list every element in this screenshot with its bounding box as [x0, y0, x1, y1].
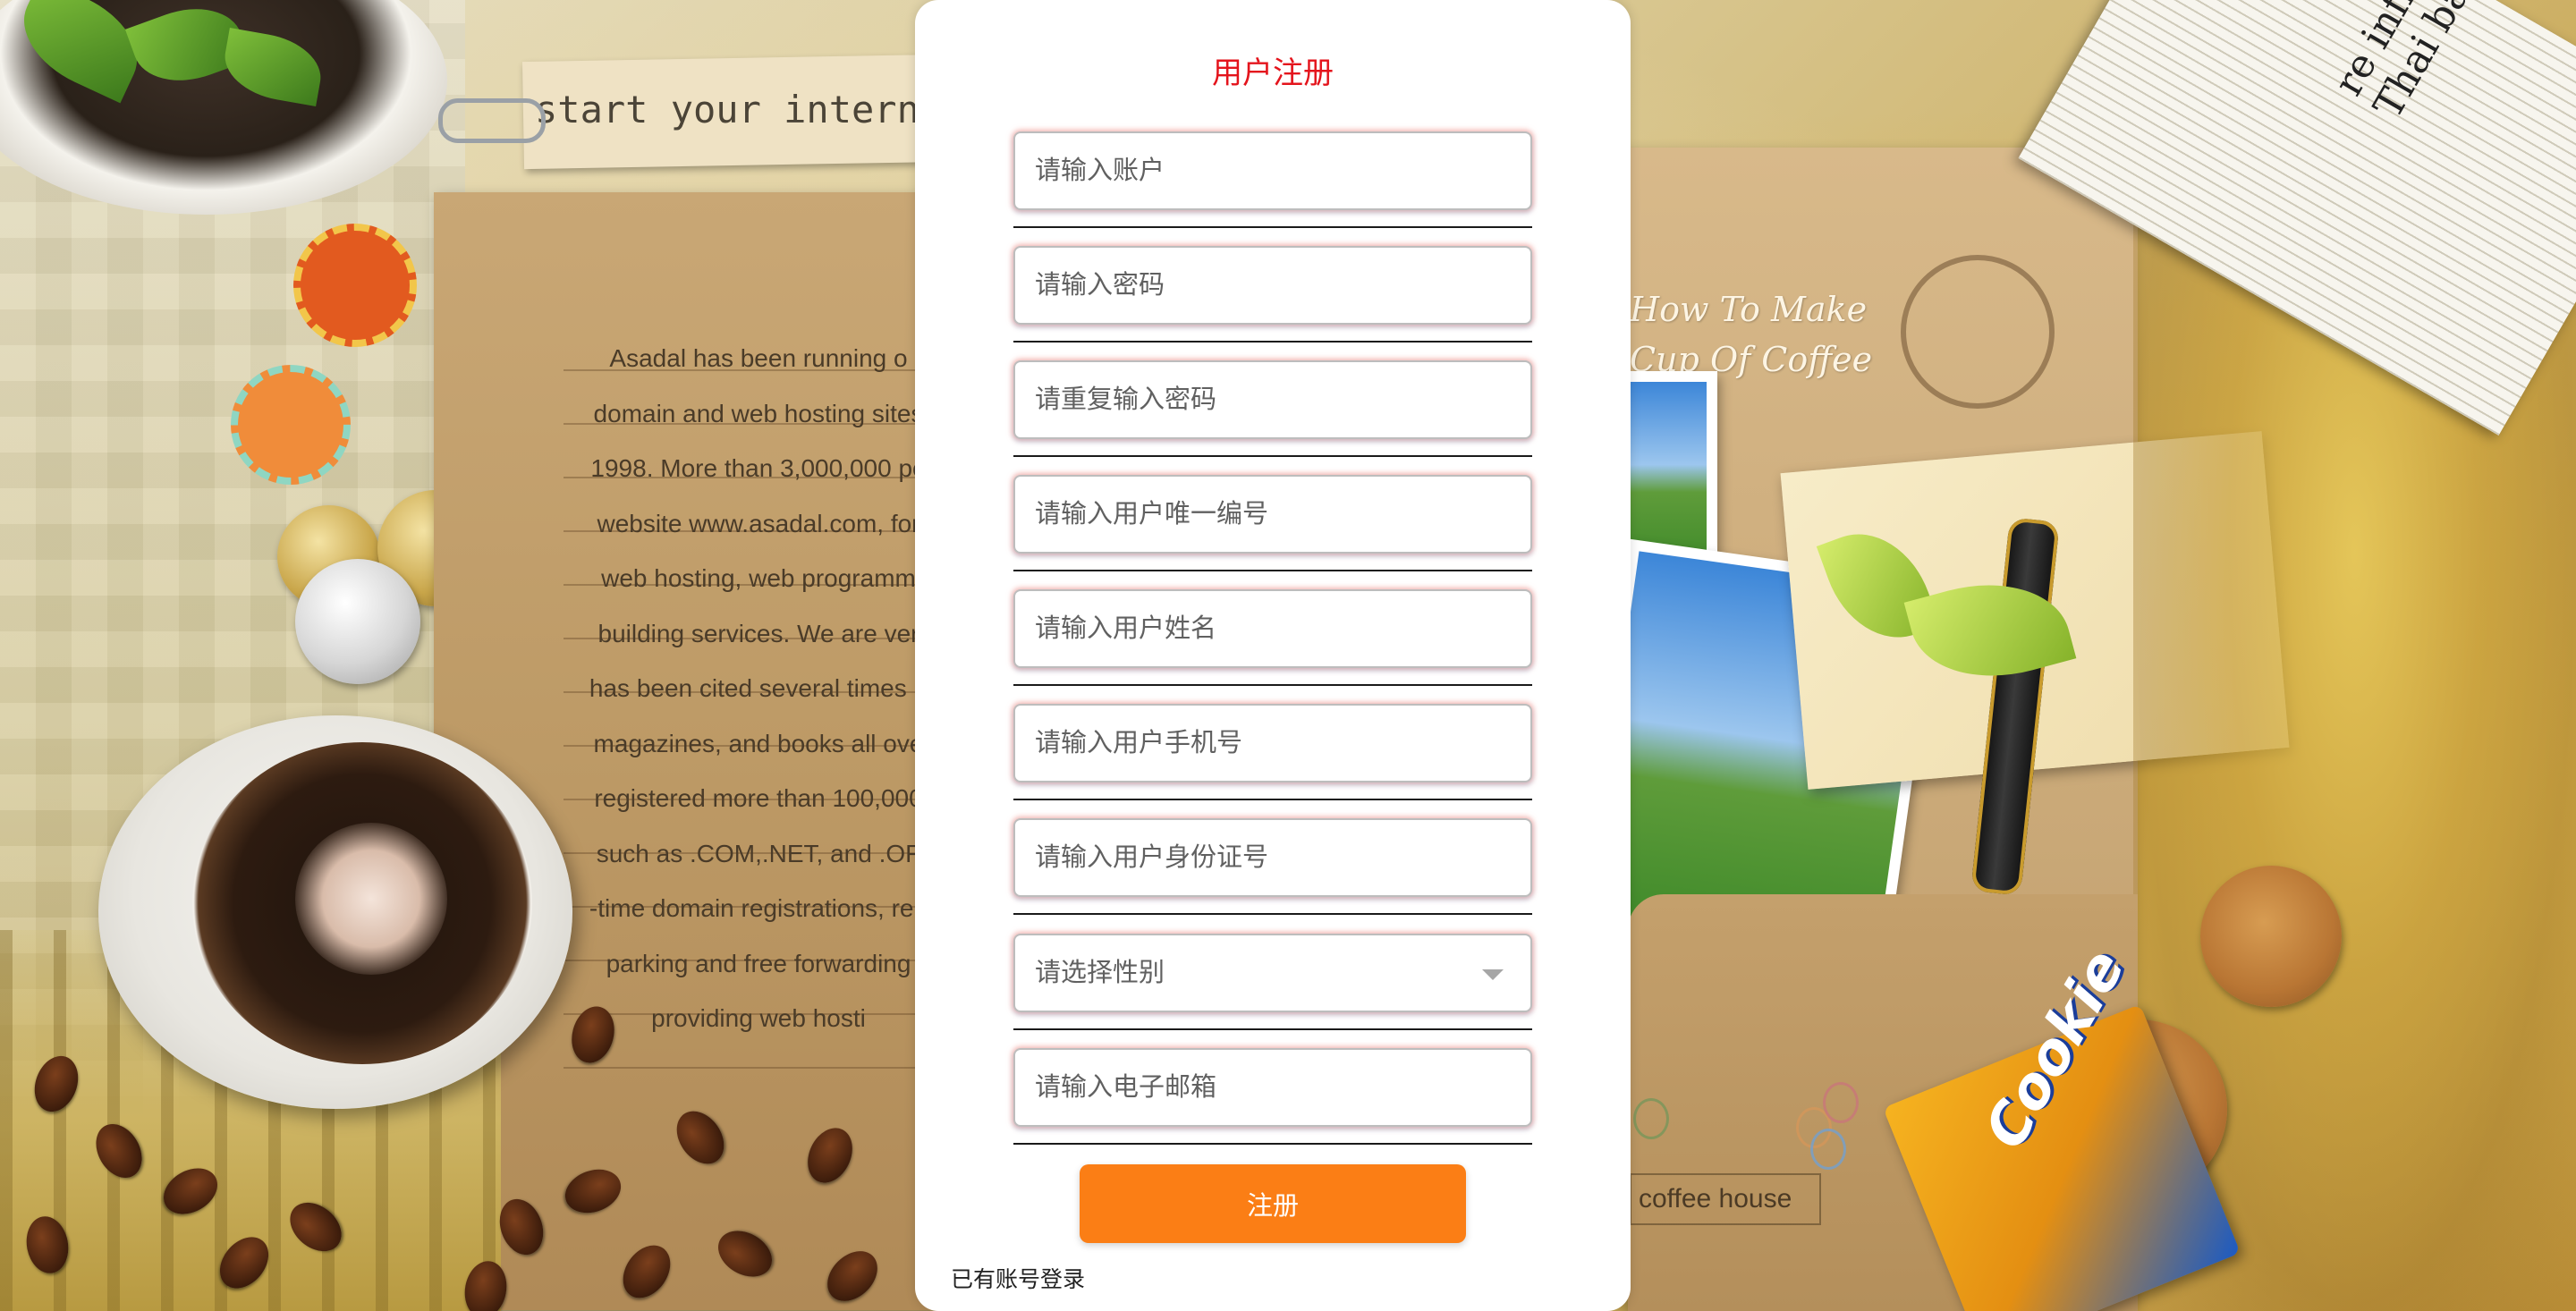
field-divider	[1013, 1143, 1532, 1145]
note-line: building services. We are ver	[597, 619, 919, 647]
coffee-house-sign: coffee house	[1630, 1173, 1821, 1225]
registration-panel: 用户注册 请输入账户 请输入用户唯一编号 请输入用户姓名 请输入用户手机号 请输…	[915, 0, 1631, 1311]
account-input[interactable]	[1013, 131, 1532, 210]
confirm-password-field-row	[1013, 360, 1532, 475]
balloon-image	[1633, 1098, 1669, 1139]
chevron-down-icon	[1482, 969, 1504, 980]
existing-account-login-link[interactable]: 已有账号登录	[951, 1262, 1085, 1294]
user-id-input[interactable]	[1013, 475, 1532, 554]
note-line: domain and web hosting sites	[593, 399, 924, 427]
note-line: such as .COM,.NET, and .OF	[596, 839, 921, 867]
coffee-title-text: How To Make Cup Of Coffee	[1630, 284, 1916, 385]
registration-page: start your internet b Asadal has been ru…	[0, 0, 2576, 1311]
note-line: has been cited several times b	[589, 674, 928, 702]
field-divider	[1013, 1028, 1532, 1030]
field-divider	[1013, 799, 1532, 800]
gender-select-placeholder: 请选择性别	[1035, 959, 1165, 987]
id-card-field-row	[1013, 818, 1532, 933]
user-name-input[interactable]	[1013, 589, 1532, 668]
phone-input[interactable]	[1013, 704, 1532, 782]
register-button[interactable]: 注册	[1080, 1164, 1466, 1243]
field-divider	[1013, 913, 1532, 915]
casino-chip-image	[231, 365, 351, 485]
user-id-field-row	[1013, 475, 1532, 589]
photo-scene	[1621, 382, 1707, 566]
confirm-password-input[interactable]	[1013, 360, 1532, 439]
note-line: 1998. More than 3,000,000 pe	[590, 454, 927, 482]
password-input[interactable]	[1013, 246, 1532, 325]
field-divider	[1013, 455, 1532, 457]
coffee-title-line: How To Make	[1630, 290, 1868, 329]
note-line: parking and free forwarding	[606, 949, 911, 977]
field-divider	[1013, 341, 1532, 343]
casino-chip-image	[293, 224, 417, 347]
stamp-image	[1901, 255, 2055, 409]
note-line: web hosting, web programm	[601, 564, 916, 592]
note-line: magazines, and books all ove	[593, 729, 924, 757]
field-divider	[1013, 226, 1532, 228]
field-divider	[1013, 570, 1532, 571]
field-divider	[1013, 684, 1532, 686]
password-field-row	[1013, 246, 1532, 360]
note-line: website www.asadal.com, for	[597, 509, 920, 537]
user-name-field-row	[1013, 589, 1532, 704]
cookie-image	[2200, 866, 2342, 1007]
note-line: -time domain registrations, ren	[589, 894, 928, 922]
email-field-row	[1013, 1048, 1532, 1163]
email-input[interactable]	[1013, 1048, 1532, 1127]
phone-field-row	[1013, 704, 1532, 818]
balloon-image	[1823, 1082, 1859, 1123]
id-card-input[interactable]	[1013, 818, 1532, 897]
note-line: Asadal has been running o	[609, 344, 908, 372]
paper-note-text: Asadal has been running o domain and web…	[562, 331, 955, 1046]
gender-field-row: 请选择性别	[1013, 934, 1532, 1048]
note-line: providing web hosti	[651, 1004, 866, 1032]
latte-heart-image	[295, 823, 447, 975]
account-field-row	[1013, 131, 1532, 246]
page-title: 用户注册	[1212, 56, 1334, 90]
paper-clip-image	[438, 98, 546, 143]
coin-image	[295, 559, 420, 684]
gender-select[interactable]: 请选择性别	[1013, 934, 1532, 1012]
note-line: registered more than 100,000	[594, 784, 923, 812]
balloon-image	[1810, 1129, 1846, 1170]
